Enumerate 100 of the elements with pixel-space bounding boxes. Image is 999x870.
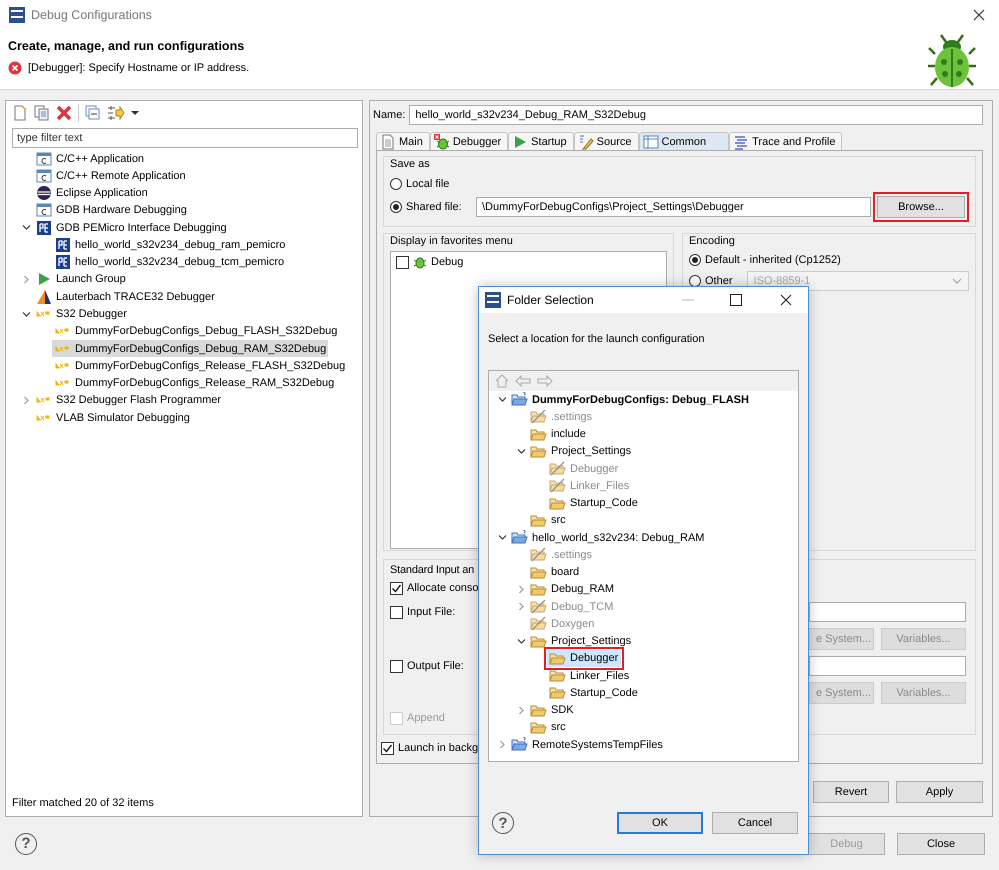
chevron-icon[interactable] xyxy=(22,223,30,232)
tree-item[interactable]: include xyxy=(528,426,589,443)
file-field[interactable] xyxy=(809,656,966,676)
tab[interactable]: Startup xyxy=(508,132,574,150)
checkbox-label: Append xyxy=(407,712,445,724)
folder-icon xyxy=(530,582,547,597)
play-icon xyxy=(36,271,52,288)
group-title: Display in favorites menu xyxy=(390,235,513,250)
apply-button[interactable]: Apply xyxy=(896,781,983,803)
tree-item[interactable]: Lauterbach TRACE32 Debugger xyxy=(33,288,217,306)
chevron-icon[interactable] xyxy=(498,395,506,404)
maximize-icon[interactable] xyxy=(730,294,742,306)
checkbox[interactable] xyxy=(396,256,409,269)
tab[interactable]: Debugger xyxy=(430,132,508,150)
radio-button[interactable] xyxy=(689,274,701,287)
collapse-icon[interactable] xyxy=(85,105,101,121)
tree-item[interactable]: hello_world_s32v234_debug_ram_pemicro xyxy=(52,236,288,254)
sphere-icon xyxy=(36,185,52,202)
radio-label: Local file xyxy=(406,178,450,190)
radio-label: Shared file: xyxy=(406,200,462,212)
tree-item[interactable]: src xyxy=(528,718,569,736)
tree-item[interactable]: board xyxy=(528,564,582,581)
file-field[interactable] xyxy=(809,602,966,622)
tile-icon xyxy=(55,254,71,270)
tree-item[interactable]: Project_Settings xyxy=(528,632,634,650)
close-icon[interactable] xyxy=(780,294,792,306)
folder-icon xyxy=(549,668,566,684)
tree-item[interactable]: Startup_Code xyxy=(547,684,641,702)
tree-item[interactable]: S32 Debugger Flash Programmer xyxy=(33,392,224,409)
duplicate-icon[interactable] xyxy=(34,105,50,121)
folder-icon xyxy=(530,444,547,459)
tree-item[interactable]: DummyForDebugConfigs_Release_FLASH_S32Debug xyxy=(52,357,348,374)
chevron-icon[interactable] xyxy=(516,636,526,646)
tree-item[interactable]: Launch Group xyxy=(33,270,128,288)
pencil-folder-icon xyxy=(530,599,547,614)
tree-item[interactable]: hello_world_s32v234: Debug_RAM xyxy=(509,529,708,546)
help-button[interactable]: ? xyxy=(492,812,514,834)
tree-item[interactable]: C/C++ Remote Application xyxy=(33,167,188,184)
footer-button[interactable]: Close xyxy=(897,832,985,854)
tree-item[interactable]: C/C++ Application xyxy=(33,150,146,168)
path-field[interactable]: \DummyForDebugConfigs\Project_Settings\Debugger xyxy=(476,196,871,216)
filter-icon[interactable] xyxy=(107,105,125,121)
favorite-label: Debug xyxy=(431,256,464,268)
list-icon xyxy=(733,134,750,150)
tree-item[interactable]: Linker_Files xyxy=(547,667,632,684)
close-icon[interactable] xyxy=(973,9,985,21)
tab[interactable]: Trace and Profile xyxy=(729,132,842,150)
radio-label: Other xyxy=(705,274,733,287)
checkbox[interactable] xyxy=(381,742,394,755)
folder-icon xyxy=(549,650,566,666)
new-icon[interactable] xyxy=(12,105,28,121)
tree-item[interactable]: Project_Settings xyxy=(528,442,634,460)
tree-item[interactable]: S32 Debugger xyxy=(33,306,129,323)
tree-item[interactable]: Startup_Code xyxy=(547,494,641,512)
tree-item[interactable]: RemoteSystemsTempFiles xyxy=(509,736,666,754)
ok-button[interactable]: OK xyxy=(617,812,703,834)
filter-field[interactable]: type filter text xyxy=(12,128,358,148)
app-icon xyxy=(485,292,501,308)
tab[interactable]: Source xyxy=(574,132,638,150)
delete-icon[interactable] xyxy=(56,105,72,121)
tree-item[interactable]: VLAB Simulator Debugging xyxy=(33,409,192,426)
app-window-icon xyxy=(36,168,52,184)
tree-item[interactable]: hello_world_s32v234_debug_tcm_pemicro xyxy=(52,254,286,271)
tile-icon xyxy=(36,220,52,236)
tree-item[interactable]: DummyForDebugConfigs_Release_RAM_S32Debug xyxy=(52,374,336,392)
tree-item[interactable]: Eclipse Application xyxy=(33,184,150,202)
pencil-folder-icon xyxy=(549,461,566,476)
checkbox[interactable] xyxy=(390,660,403,673)
chevron-icon[interactable] xyxy=(516,446,526,456)
checkbox[interactable] xyxy=(390,582,403,595)
revert-button[interactable]: Revert xyxy=(813,781,889,803)
radio-label: Default - inherited (Cp1252) xyxy=(705,254,841,266)
project-folder-icon xyxy=(511,392,528,408)
tab[interactable]: Common xyxy=(638,132,730,150)
tab[interactable]: Main xyxy=(376,132,430,150)
cancel-button[interactable]: Cancel xyxy=(712,812,798,834)
tree-item[interactable]: Debug_RAM xyxy=(528,580,617,598)
app-window-icon xyxy=(36,150,52,167)
dialog-heading: Create, manage, and run configurations xyxy=(8,39,246,53)
tree-item[interactable]: src xyxy=(528,512,569,529)
radio-button[interactable] xyxy=(390,178,402,190)
tree-item[interactable]: DummyForDebugConfigs: Debug_FLASH xyxy=(509,391,752,408)
checkbox-label: Output File: xyxy=(407,660,464,672)
tree-item[interactable]: Debugger xyxy=(547,650,622,667)
tree-item[interactable]: DummyForDebugConfigs_Debug_FLASH_S32Debug xyxy=(52,322,340,340)
checkbox[interactable] xyxy=(390,606,403,619)
name-field[interactable]: hello_world_s32v234_Debug_RAM_S32Debug xyxy=(409,105,983,125)
pencil-icon xyxy=(578,134,594,150)
filter-status: Filter matched 20 of 32 items xyxy=(11,797,155,811)
help-button[interactable]: ? xyxy=(15,832,37,854)
group-title: Standard Input an xyxy=(390,564,474,578)
radio-button[interactable] xyxy=(390,200,402,212)
browse-button[interactable]: Browse... xyxy=(877,196,965,218)
radio-button[interactable] xyxy=(689,254,701,266)
tree-item[interactable]: GDB Hardware Debugging xyxy=(33,202,189,219)
tree-item[interactable]: SDK xyxy=(528,702,577,719)
chevron-icon[interactable] xyxy=(22,310,30,319)
chevron-icon[interactable] xyxy=(498,533,506,542)
tree-item[interactable]: GDB PEMicro Interface Debugging xyxy=(33,219,229,236)
tree-item[interactable]: DummyForDebugConfigs_Debug_RAM_S32Debug xyxy=(52,340,328,358)
